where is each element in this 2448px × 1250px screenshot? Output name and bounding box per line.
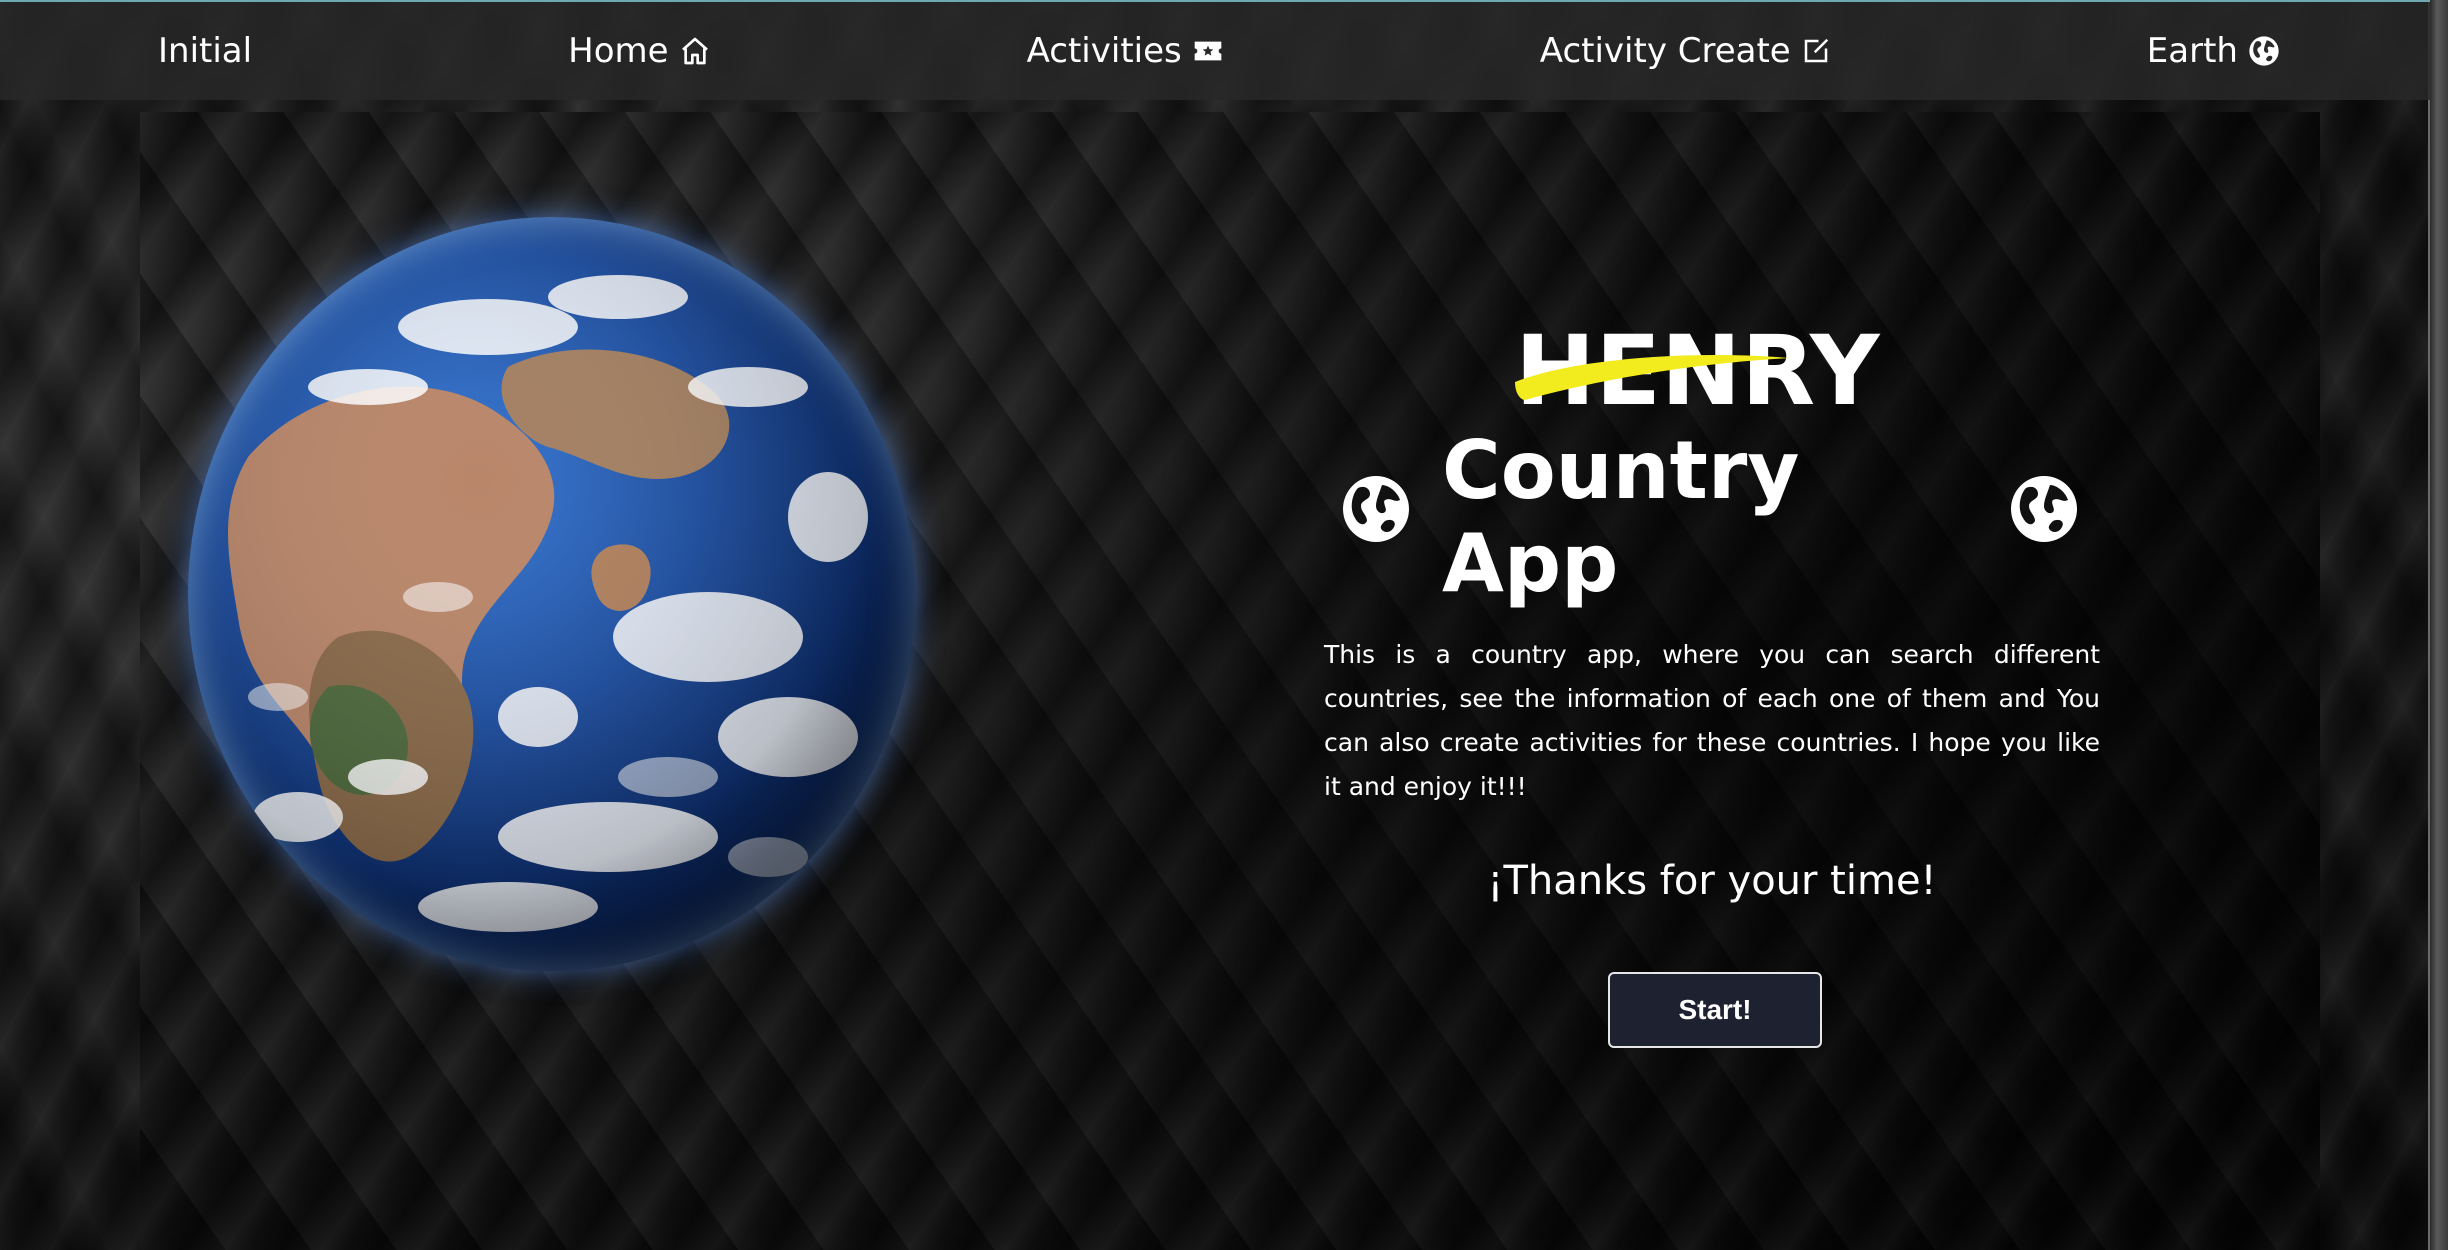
house-icon — [679, 35, 711, 67]
start-button[interactable]: Start! — [1608, 972, 1822, 1048]
henry-logo: HENRY — [1515, 315, 1915, 427]
nav-item-activity-create-label: Activity Create — [1539, 31, 1791, 71]
window-edge — [2428, 0, 2448, 1250]
nav-item-activity-create[interactable]: Activity Create — [1540, 31, 1831, 71]
globe-icon — [2008, 471, 2080, 564]
nav-item-home-label: Home — [568, 31, 669, 71]
app-description: This is a country app, where you can sea… — [1324, 640, 2100, 801]
thanks-message: ¡Thanks for your time! — [1487, 858, 1937, 904]
nav-item-activities-label: Activities — [1026, 31, 1182, 71]
nav-item-home[interactable]: Home — [568, 31, 710, 71]
page-title-text: Country App — [1442, 424, 1800, 610]
top-navbar: Initial Home Activities Activity Create — [0, 0, 2430, 100]
nav-item-earth[interactable]: Earth — [2147, 31, 2280, 71]
nav-item-initial-label: Initial — [158, 31, 253, 71]
nav-item-activities[interactable]: Activities — [1027, 31, 1224, 71]
earth-globe-image — [188, 217, 915, 971]
nav-item-initial[interactable]: Initial — [158, 31, 252, 71]
landing-page: Initial Home Activities Activity Create — [0, 0, 2448, 1250]
ticket-icon — [1192, 37, 1224, 65]
globe-icon — [2248, 35, 2280, 67]
edit-icon — [1801, 36, 1831, 66]
nav-item-earth-label: Earth — [2146, 31, 2238, 71]
page-title: Country App — [1340, 424, 2080, 610]
globe-icon — [1340, 471, 1412, 564]
